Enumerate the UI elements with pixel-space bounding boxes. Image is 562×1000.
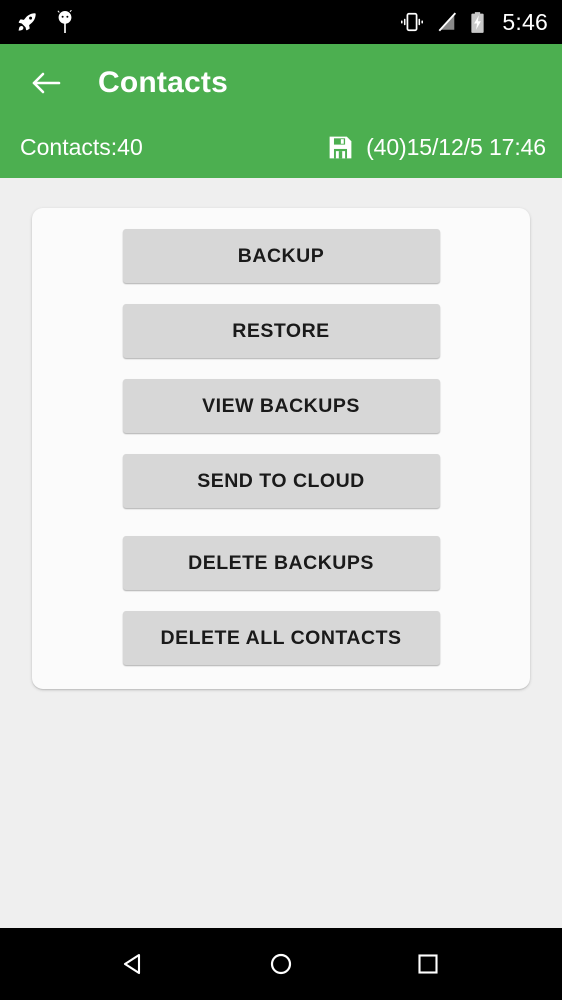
button-group-divider	[32, 508, 530, 536]
content-area: BACKUP RESTORE VIEW BACKUPS SEND TO CLOU…	[0, 178, 562, 928]
signal-off-icon	[437, 11, 457, 33]
restore-button[interactable]: RESTORE	[122, 304, 440, 358]
app-bar-top-row: Contacts	[0, 50, 562, 116]
arrow-back-icon[interactable]	[26, 62, 68, 104]
phone-screen: 5:46 Contacts Contacts:40 (40)15/12/5 17…	[0, 0, 562, 1000]
rocket-icon	[16, 11, 38, 33]
actions-card: BACKUP RESTORE VIEW BACKUPS SEND TO CLOU…	[32, 208, 530, 689]
android-navigation-bar	[0, 928, 562, 1000]
page-title: Contacts	[98, 66, 228, 99]
battery-charging-icon	[469, 11, 486, 34]
backup-button[interactable]: BACKUP	[122, 229, 440, 283]
primary-actions-group: BACKUP RESTORE VIEW BACKUPS SEND TO CLOU…	[32, 229, 530, 508]
nav-back-icon[interactable]	[104, 934, 164, 994]
delete-backups-button[interactable]: DELETE BACKUPS	[122, 536, 440, 590]
app-bar: Contacts Contacts:40 (40)15/12/5 17:46	[0, 44, 562, 178]
status-bar-right-icons: 5:46	[399, 9, 548, 36]
nav-recents-icon[interactable]	[398, 934, 458, 994]
contacts-count-label: Contacts:40	[20, 133, 143, 160]
vibrate-icon	[399, 11, 425, 33]
status-bar-left-icons	[16, 9, 76, 34]
view-backups-button[interactable]: VIEW BACKUPS	[122, 379, 440, 433]
subtitle-bar: Contacts:40 (40)15/12/5 17:46	[0, 116, 562, 178]
destructive-actions-group: DELETE BACKUPS DELETE ALL CONTACTS	[32, 536, 530, 665]
send-to-cloud-button[interactable]: SEND TO CLOUD	[122, 454, 440, 508]
status-bar-clock: 5:46	[502, 8, 548, 35]
status-bar: 5:46	[0, 0, 562, 44]
last-backup-timestamp: (40)15/12/5 17:46	[366, 133, 546, 160]
floppy-disk-save-icon	[326, 133, 355, 162]
delete-all-contacts-button[interactable]: DELETE ALL CONTACTS	[122, 611, 440, 665]
nav-home-icon[interactable]	[251, 934, 311, 994]
last-backup-info[interactable]: (40)15/12/5 17:46	[326, 133, 546, 162]
android-head-pin-icon	[54, 9, 76, 34]
